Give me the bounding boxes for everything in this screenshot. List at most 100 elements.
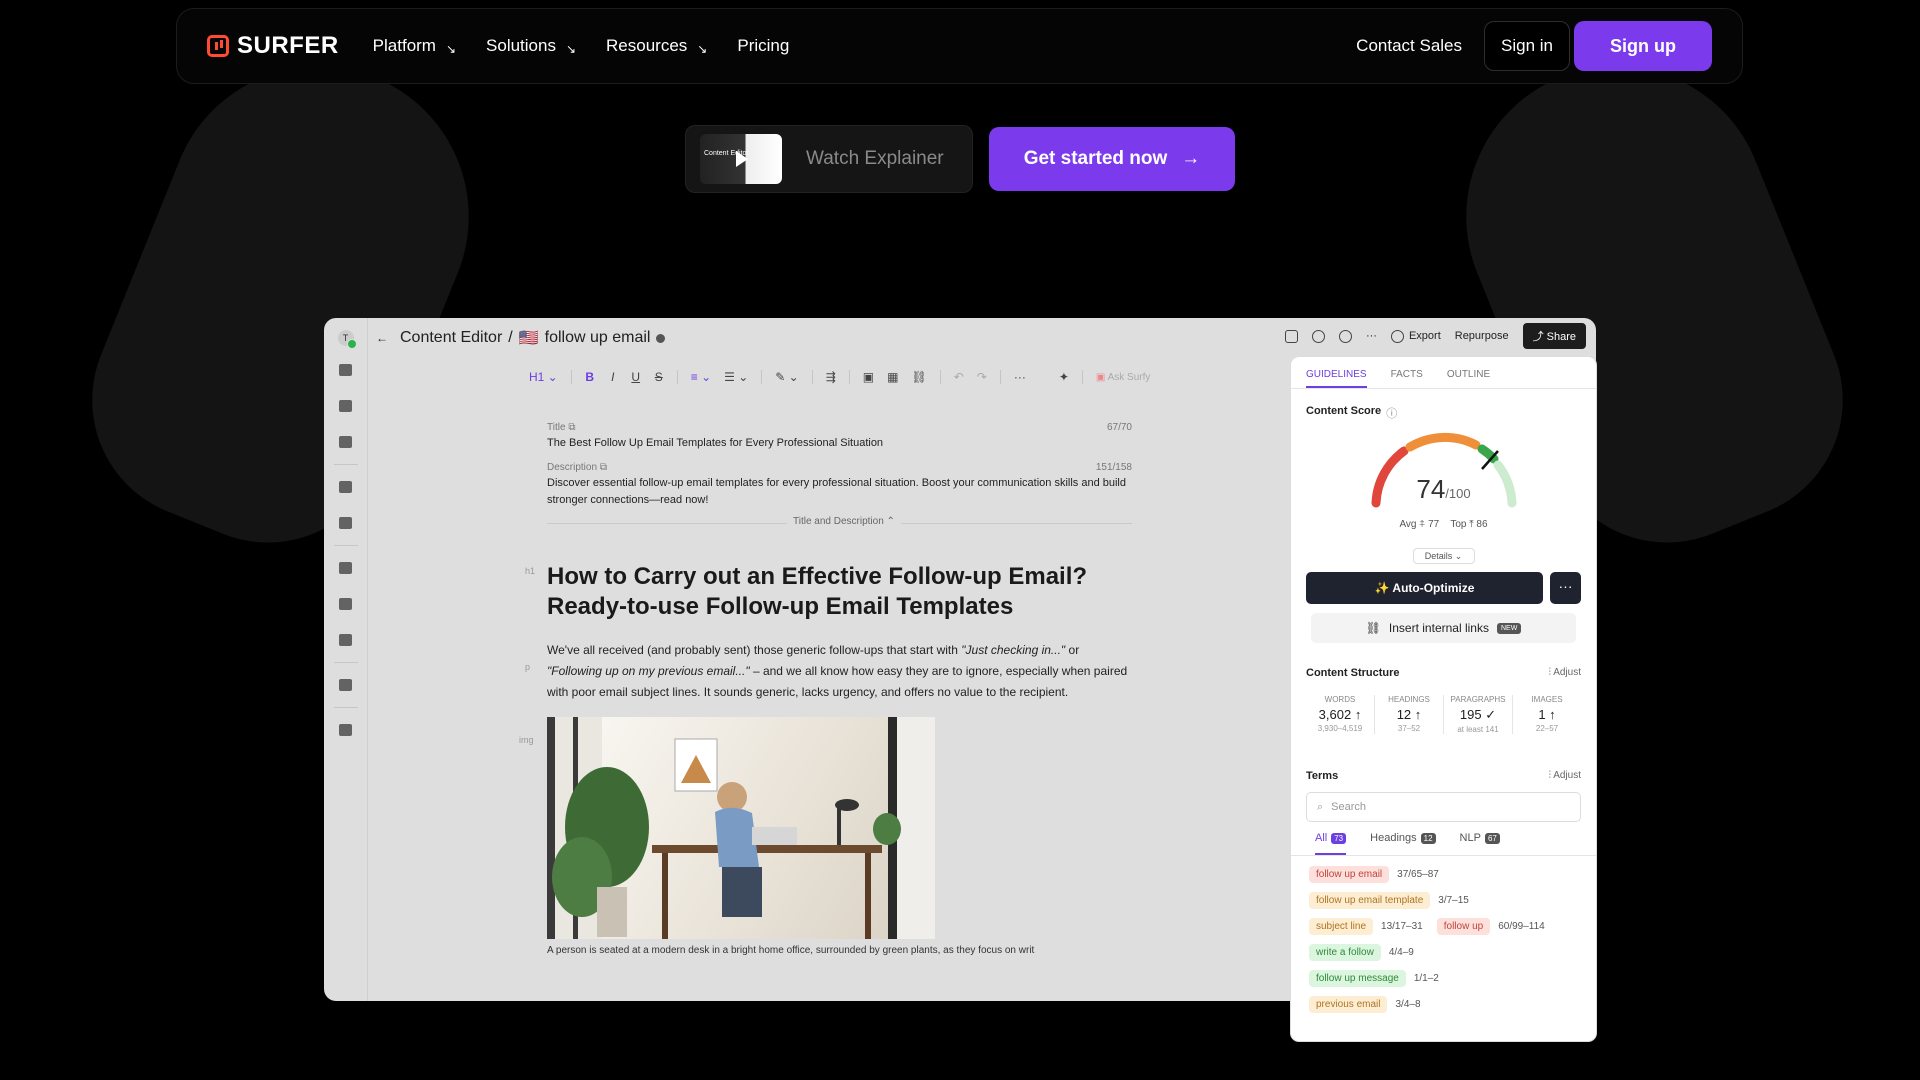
sign-up-button[interactable]: Sign up	[1574, 21, 1712, 71]
nav-resources[interactable]: Resources ↘	[606, 36, 707, 56]
comment-icon[interactable]	[1284, 329, 1298, 343]
logo[interactable]: SURFER	[207, 32, 339, 60]
bulb-icon[interactable]	[339, 562, 352, 574]
adjust-button[interactable]: ⫶ Adjust	[1548, 770, 1581, 782]
term-item[interactable]: previous email 3/4–8	[1309, 996, 1578, 1013]
terms-tab-all[interactable]: All 73	[1315, 832, 1347, 855]
info-icon[interactable]	[656, 333, 666, 343]
title-label: Title ⧉	[547, 422, 575, 433]
avg-top-scores: Avg ⍏ 77 Top ⤒ 86	[1291, 519, 1596, 530]
bold-button[interactable]: B	[585, 370, 595, 384]
copy-icon[interactable]: ⧉	[568, 422, 575, 433]
globe-icon[interactable]	[339, 436, 352, 448]
h1-block: h1 How to Carry out an Effective Follow-…	[525, 562, 1132, 622]
toolbar-divider	[811, 370, 813, 384]
collapse-toggle[interactable]: Title and Description ⌃	[787, 516, 901, 527]
more-icon[interactable]: ···	[1366, 330, 1377, 342]
back-arrow-icon[interactable]: ←	[376, 331, 388, 345]
terms-tab-nlp[interactable]: NLP 67	[1460, 832, 1500, 855]
link-icon[interactable]: ⛓	[911, 370, 926, 384]
logo-text: SURFER	[237, 32, 339, 59]
ask-surfy-button[interactable]: ▣ Ask Surfy	[1096, 372, 1150, 383]
highlight-icon[interactable]: ✎ ⌄	[775, 370, 798, 384]
terms-search-input[interactable]: ⌕ Search	[1306, 792, 1581, 822]
copy-icon[interactable]: ⧉	[600, 462, 607, 473]
key-icon[interactable]	[339, 598, 352, 610]
top-navigation: SURFER Platform ↘ Solutions ↘ Resources ↘ P…	[176, 8, 1743, 84]
stat-key: HEADINGS	[1388, 695, 1430, 704]
info-icon[interactable]: ⓘ	[1386, 405, 1397, 421]
trend-icon[interactable]	[339, 679, 352, 691]
nav-platform[interactable]: Platform ↘	[373, 36, 456, 56]
share-button[interactable]: ⤴ Share	[1522, 323, 1586, 349]
chart-icon[interactable]	[339, 634, 352, 646]
term-item-row: subject line 13/17–31 follow up 60/99–114	[1309, 918, 1578, 935]
settings-icon[interactable]	[1338, 329, 1352, 343]
article-heading[interactable]: How to Carry out an Effective Follow-up …	[547, 562, 1132, 622]
repurpose-button[interactable]: Repurpose	[1455, 330, 1509, 342]
description-field[interactable]: Discover essential follow-up email templ…	[547, 475, 1132, 509]
term-item[interactable]: follow up email template 3/7–15	[1309, 892, 1578, 909]
strikethrough-button[interactable]: S	[654, 370, 664, 384]
home-icon[interactable]	[339, 400, 352, 412]
more-icon[interactable]: ···	[1014, 370, 1026, 384]
term-item[interactable]: follow up message 1/1–2	[1309, 970, 1578, 987]
tab-guidelines[interactable]: GUIDELINES	[1306, 369, 1367, 388]
nav-label: Platform	[372, 36, 436, 55]
italic-button[interactable]: I	[608, 370, 618, 384]
tab-label: Headings	[1370, 832, 1417, 844]
image-caption[interactable]: A person is seated at a modern desk in a…	[547, 945, 1132, 956]
term-item[interactable]: write a follow 4/4–9	[1309, 944, 1578, 961]
title-field[interactable]: The Best Follow Up Email Templates for E…	[547, 435, 1132, 452]
details-dropdown[interactable]: Details ⌄	[1412, 548, 1475, 564]
inbox-icon[interactable]	[339, 364, 352, 376]
underline-button[interactable]: U	[631, 370, 641, 384]
list-icon[interactable]: ☰ ⌄	[724, 370, 748, 384]
article-image[interactable]	[547, 717, 935, 939]
more-options-button[interactable]: ···	[1550, 572, 1581, 604]
term-item[interactable]: follow up email 37/65–87	[1309, 866, 1578, 883]
nav-label: Solutions	[486, 36, 556, 55]
insert-internal-links-button[interactable]: ⛓ Insert internal links NEW	[1311, 613, 1576, 643]
tab-outline[interactable]: OUTLINE	[1447, 369, 1490, 388]
edit-icon[interactable]	[339, 481, 352, 493]
nav-label: Resources	[606, 36, 688, 55]
term-count: 60/99–114	[1498, 921, 1545, 932]
align-icon[interactable]: ≡ ⌄	[691, 370, 711, 384]
avatar[interactable]: T	[337, 330, 357, 349]
term-count: 4/4–9	[1388, 947, 1414, 958]
contact-sales-link[interactable]: Contact Sales	[1356, 36, 1462, 56]
term-chip[interactable]: subject line	[1309, 918, 1374, 935]
term-chip[interactable]: follow up	[1436, 918, 1491, 935]
audit-icon[interactable]	[339, 724, 352, 736]
description-label-text: Description	[547, 462, 598, 473]
breadcrumb: ← Content Editor / 🇺🇸 follow up email	[376, 328, 666, 348]
image-icon[interactable]: ▣	[863, 370, 874, 384]
breadcrumb-root[interactable]: Content Editor	[400, 329, 502, 347]
editor-content[interactable]: Title ⧉ 67/70 The Best Follow Up Email T…	[519, 422, 1132, 956]
redo-icon[interactable]: ↷	[977, 370, 987, 384]
insert-internal-links-label: Insert internal links	[1388, 621, 1489, 635]
sparkle-icon[interactable]: ✦	[1059, 370, 1069, 384]
adjust-button[interactable]: ⫶ Adjust	[1548, 667, 1581, 679]
list-icon[interactable]	[339, 517, 352, 529]
term-count: 13/17–31	[1381, 921, 1423, 932]
content-structure-label: Content Structure	[1306, 667, 1400, 679]
terms-tab-headings[interactable]: Headings 12	[1370, 832, 1436, 855]
tab-facts[interactable]: FACTS	[1391, 369, 1423, 388]
nav-solutions[interactable]: Solutions ↘	[486, 36, 576, 56]
nav-pricing[interactable]: Pricing	[737, 36, 789, 56]
sign-in-button[interactable]: Sign in	[1484, 21, 1570, 71]
table-icon[interactable]: ▦	[887, 370, 898, 384]
article-paragraph[interactable]: We've all received (and probably sent) t…	[547, 640, 1132, 703]
watch-explainer-button[interactable]: Content Editor Watch Explainer	[685, 125, 973, 193]
export-button[interactable]: Export	[1390, 329, 1441, 343]
clear-format-icon[interactable]: ⇶	[826, 370, 836, 384]
get-started-button[interactable]: Get started now →	[989, 127, 1235, 191]
term-chip: follow up message	[1309, 970, 1406, 987]
undo-icon[interactable]: ↶	[954, 370, 964, 384]
terms-header: Terms ⫶ Adjust	[1291, 770, 1596, 782]
auto-optimize-button[interactable]: ✨ Auto-Optimize	[1306, 572, 1543, 604]
heading-dropdown[interactable]: H1 ⌄	[529, 370, 558, 384]
check-icon[interactable]	[1311, 329, 1325, 343]
